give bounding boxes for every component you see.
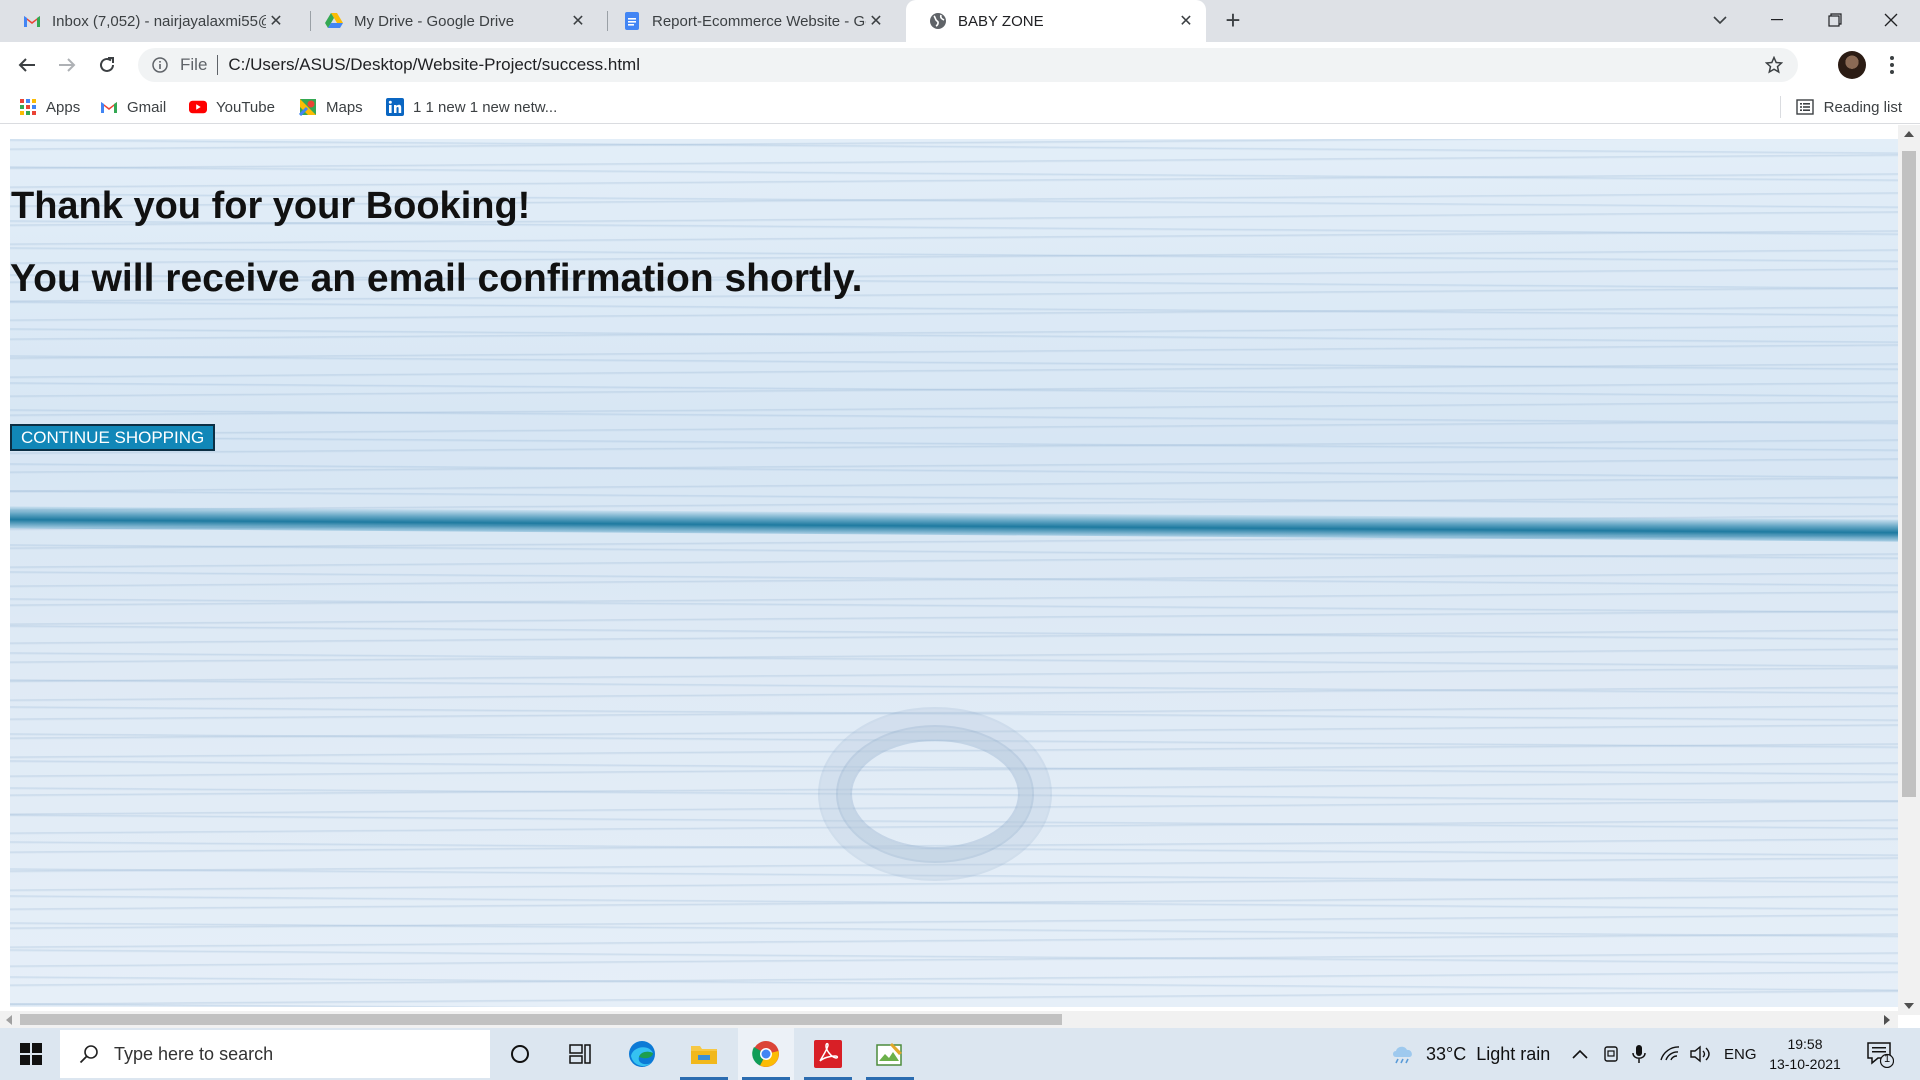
- vertical-scroll-thumb[interactable]: [1902, 151, 1916, 797]
- bookmarks-divider: [1780, 96, 1781, 118]
- restore-icon[interactable]: [1806, 0, 1864, 40]
- continue-shopping-button[interactable]: CONTINUE SHOPPING: [10, 424, 216, 451]
- close-window-icon[interactable]: [1862, 0, 1920, 40]
- weather-temperature: 33°C: [1426, 1043, 1467, 1064]
- maps-icon: [299, 98, 317, 116]
- google-docs-icon: [622, 11, 642, 31]
- tab-title: Inbox (7,052) - nairjayalaxmi55@: [52, 12, 266, 30]
- scroll-up-icon[interactable]: [1904, 131, 1914, 137]
- windows-start-icon[interactable]: [8, 1028, 54, 1080]
- close-icon[interactable]: ✕: [568, 11, 588, 31]
- close-icon[interactable]: ✕: [266, 11, 286, 31]
- tab-gmail[interactable]: Inbox (7,052) - nairjayalaxmi55@ ✕: [0, 0, 296, 42]
- url-scheme-label: File: [180, 55, 208, 74]
- bookmark-youtube[interactable]: YouTube: [189, 96, 275, 118]
- address-divider: [217, 55, 219, 75]
- google-drive-icon: [324, 11, 344, 31]
- rain-cloud-icon: [1390, 1043, 1416, 1065]
- tab-strip: Inbox (7,052) - nairjayalaxmi55@ ✕ My Dr…: [0, 0, 1920, 42]
- cortana-icon[interactable]: [492, 1028, 548, 1080]
- bookmark-label: Gmail: [127, 98, 167, 116]
- acrobat-reader-icon[interactable]: [800, 1028, 856, 1080]
- system-clock[interactable]: 19:58 13-10-2021: [1760, 1034, 1850, 1074]
- bookmark-gmail[interactable]: Gmail: [100, 96, 166, 118]
- thank-you-heading: Thank you for your Booking!: [11, 185, 531, 227]
- file-explorer-icon[interactable]: [676, 1028, 732, 1080]
- profile-avatar[interactable]: [1838, 51, 1866, 79]
- youtube-icon: [189, 98, 207, 116]
- clock-time: 19:58: [1787, 1036, 1823, 1052]
- page-viewport: Thank you for your Booking! You will rec…: [0, 125, 1920, 1028]
- gmail-icon: [22, 11, 42, 31]
- meet-now-icon[interactable]: [1602, 1028, 1620, 1080]
- forward-arrow-icon[interactable]: [53, 51, 81, 79]
- horizontal-scroll-thumb[interactable]: [20, 1014, 1062, 1025]
- scroll-right-icon[interactable]: [1884, 1015, 1890, 1025]
- tab-title: Report-Ecommerce Website - Go: [652, 12, 866, 30]
- notification-center-icon[interactable]: 1: [1866, 1040, 1895, 1069]
- weather-widget[interactable]: 33°C Light rain: [1390, 1028, 1550, 1080]
- info-icon[interactable]: [150, 55, 170, 75]
- wood-knot: [850, 739, 1020, 849]
- chrome-icon[interactable]: [738, 1028, 794, 1080]
- apps-grid-icon: [19, 98, 37, 116]
- bookmark-linkedin[interactable]: 1 1 new 1 new netw...: [386, 96, 557, 118]
- plank-seam: [10, 506, 1898, 542]
- vertical-scrollbar[interactable]: [1898, 125, 1920, 1015]
- bookmark-label: Apps: [46, 98, 81, 116]
- bookmarks-bar: Apps Gmail YouTube Maps 1 1 new 1 new ne…: [0, 88, 1920, 124]
- browser-toolbar: File C:/Users/ASUS/Desktop/Website-Proje…: [0, 42, 1920, 88]
- search-placeholder: Type here to search: [114, 1043, 274, 1064]
- tab-baby-zone[interactable]: BABY ZONE ✕: [906, 0, 1206, 42]
- tray-overflow-icon[interactable]: [1572, 1028, 1588, 1080]
- address-bar[interactable]: File C:/Users/ASUS/Desktop/Website-Proje…: [138, 48, 1798, 82]
- close-icon[interactable]: ✕: [1176, 11, 1196, 31]
- edge-browser-icon[interactable]: [614, 1028, 670, 1080]
- windows-taskbar: Type here to search 33°C Light rain ENG …: [0, 1028, 1920, 1080]
- horizontal-scrollbar[interactable]: [0, 1011, 1898, 1028]
- microphone-icon[interactable]: [1632, 1028, 1646, 1080]
- weather-condition: Light rain: [1476, 1043, 1551, 1064]
- notification-count: 1: [1884, 1053, 1891, 1065]
- language-indicator[interactable]: ENG: [1724, 1028, 1757, 1080]
- tab-title: BABY ZONE: [958, 12, 1044, 30]
- scroll-left-icon[interactable]: [6, 1015, 12, 1025]
- globe-icon: [928, 11, 948, 31]
- linkedin-icon: [386, 98, 404, 116]
- bookmark-label: 1 1 new 1 new netw...: [413, 98, 558, 116]
- tab-google-docs[interactable]: Report-Ecommerce Website - Go ✕: [600, 0, 896, 42]
- bookmark-star-icon[interactable]: [1764, 55, 1784, 75]
- bookmark-label: YouTube: [216, 98, 275, 116]
- reading-list-label: Reading list: [1823, 98, 1902, 116]
- reload-icon[interactable]: [93, 51, 121, 79]
- paint-app-icon[interactable]: [862, 1028, 918, 1080]
- back-arrow-icon[interactable]: [13, 51, 41, 79]
- reading-list-icon: [1795, 99, 1814, 115]
- more-menu-icon[interactable]: [1882, 51, 1902, 79]
- bookmark-apps[interactable]: Apps: [19, 96, 80, 118]
- email-confirmation-heading: You will receive an email confirmation s…: [10, 257, 863, 300]
- wifi-icon[interactable]: [1660, 1028, 1680, 1080]
- gmail-icon: [100, 98, 118, 116]
- bookmark-label: Maps: [326, 98, 363, 116]
- scroll-down-icon[interactable]: [1904, 1003, 1914, 1009]
- bookmark-maps[interactable]: Maps: [299, 96, 363, 118]
- tab-search-chevron-icon[interactable]: [1708, 8, 1732, 32]
- reading-list-button[interactable]: Reading list: [1795, 96, 1902, 118]
- tab-google-drive[interactable]: My Drive - Google Drive ✕: [302, 0, 598, 42]
- clock-date: 13-10-2021: [1769, 1056, 1841, 1072]
- url-text[interactable]: C:/Users/ASUS/Desktop/Website-Project/su…: [228, 55, 640, 75]
- taskbar-search-input[interactable]: Type here to search: [60, 1030, 490, 1078]
- tab-title: My Drive - Google Drive: [354, 12, 515, 30]
- search-icon: [78, 1043, 100, 1065]
- wood-background: Thank you for your Booking! You will rec…: [10, 139, 1898, 1007]
- task-view-icon[interactable]: [552, 1028, 608, 1080]
- close-icon[interactable]: ✕: [866, 11, 886, 31]
- minimize-icon[interactable]: [1748, 0, 1806, 40]
- volume-icon[interactable]: [1690, 1028, 1712, 1080]
- new-tab-button[interactable]: +: [1220, 7, 1246, 34]
